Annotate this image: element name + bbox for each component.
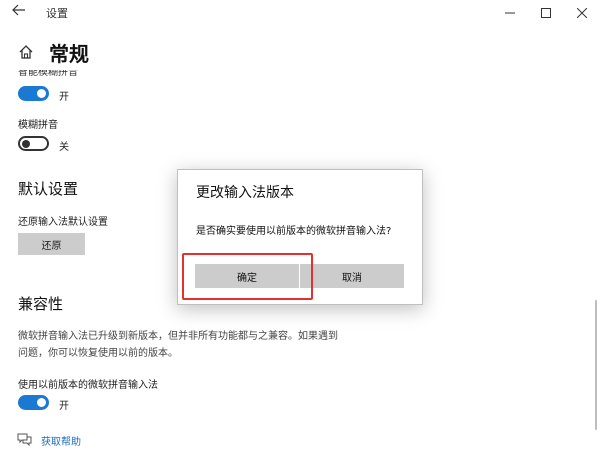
get-help-link[interactable]: 获取帮助 (41, 433, 81, 448)
restore-button[interactable]: 还原 (18, 233, 85, 255)
compatibility-description-line2: 问题，你可以恢复使用以前的版本。 (18, 348, 178, 359)
close-icon (577, 8, 587, 18)
fuzzy-pinyin-label: 模糊拼音 (18, 120, 58, 131)
maximize-icon (541, 8, 551, 18)
window-title: 设置 (46, 7, 68, 20)
fuzzy-pinyin-toggle[interactable] (18, 136, 49, 151)
default-settings-heading: 默认设置 (18, 180, 79, 198)
scrollbar[interactable] (595, 300, 597, 430)
window-controls (492, 0, 600, 26)
close-button[interactable] (564, 0, 600, 26)
back-arrow-icon[interactable] (10, 4, 28, 20)
home-icon (19, 45, 33, 59)
smart-fuzzy-state: 开 (59, 92, 69, 103)
prev-version-state: 开 (59, 401, 69, 412)
page-title: 常规 (49, 42, 89, 66)
chat-help-icon (17, 433, 32, 446)
cancel-button[interactable]: 取消 (300, 264, 404, 288)
prev-version-label: 使用以前版本的微软拼音输入法 (18, 380, 158, 391)
cut-off-setting-label: 智能模糊拼音 (18, 70, 78, 77)
minimize-button[interactable] (492, 0, 528, 26)
prev-version-toggle[interactable] (18, 395, 49, 410)
dialog-title: 更改输入法版本 (196, 185, 294, 201)
compatibility-description-line1: 微软拼音输入法已升级到新版本，但并非所有功能都与之兼容。如果遇到 (18, 331, 338, 342)
title-bar: 设置 (0, 0, 600, 26)
dialog-message: 是否确实要使用以前版本的微软拼音输入法? (196, 226, 392, 237)
restore-defaults-label: 还原输入法默认设置 (18, 217, 108, 228)
highlight-box (182, 253, 313, 300)
fuzzy-pinyin-state: 关 (59, 142, 69, 153)
smart-fuzzy-toggle[interactable] (18, 86, 49, 101)
compatibility-heading: 兼容性 (18, 295, 64, 313)
minimize-icon (505, 12, 515, 14)
maximize-button[interactable] (528, 0, 564, 26)
compatibility-description: 微软拼音输入法已升级到新版本，但并非所有功能都与之兼容。如果遇到 问题，你可以恢… (18, 328, 378, 362)
